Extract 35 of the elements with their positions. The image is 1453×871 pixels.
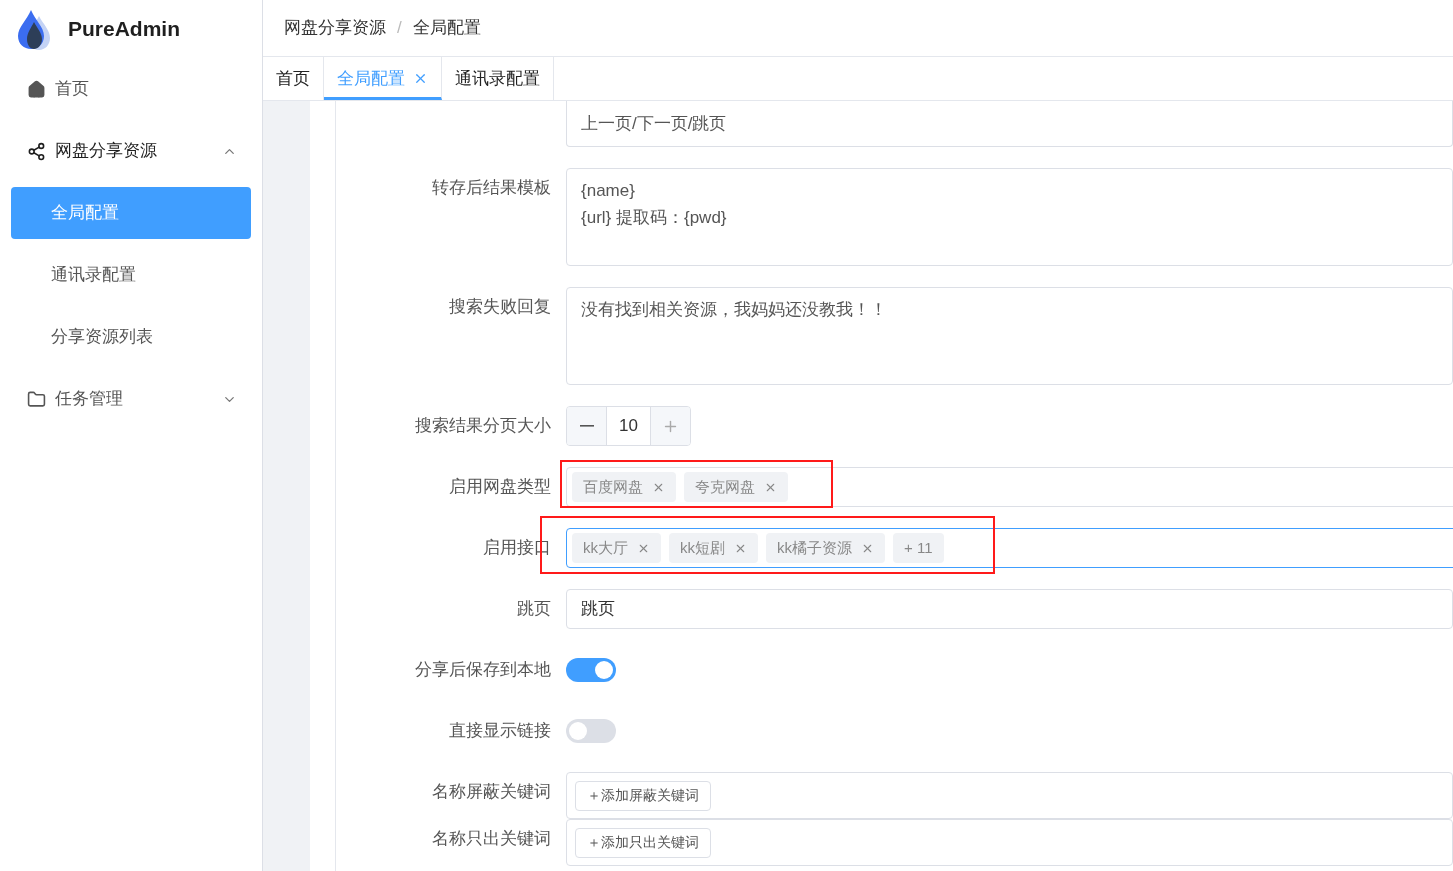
text-area[interactable]: 上一页/下一页/跳页 xyxy=(566,101,1453,147)
text-area[interactable]: 没有找到相关资源，我妈妈还没教我！！ xyxy=(566,287,1453,385)
text-area[interactable]: {name} {url} 提取码：{pwd} xyxy=(566,168,1453,266)
close-icon[interactable] xyxy=(413,71,428,86)
field-label: 搜索失败回复 xyxy=(449,297,551,316)
menu-item[interactable]: 首页 xyxy=(0,58,262,120)
menu-group[interactable]: 任务管理 xyxy=(0,368,262,430)
toggle-switch[interactable] xyxy=(566,658,616,682)
page-tab[interactable]: 通讯录配置 xyxy=(442,57,554,100)
input-field[interactable]: 跳页 xyxy=(566,589,1453,629)
brand-name: PureAdmin xyxy=(68,16,180,43)
field-label: 搜索结果分页大小 xyxy=(415,416,551,435)
menu-group[interactable]: 网盘分享资源 xyxy=(0,120,262,182)
minus-icon xyxy=(579,425,594,427)
breadcrumb-separator: / xyxy=(397,17,402,40)
field-label: 名称只出关键词 xyxy=(432,829,551,848)
field-label: 转存后结果模板 xyxy=(432,178,551,197)
page-tab[interactable]: 首页 xyxy=(263,57,324,100)
share-icon xyxy=(27,141,46,161)
add-keyword-button[interactable]: ＋添加屏蔽关键词 xyxy=(575,780,711,811)
submenu-item[interactable]: 分享资源列表 xyxy=(11,311,251,363)
field-label: 启用网盘类型 xyxy=(449,477,551,496)
field-label: 直接显示链接 xyxy=(449,721,551,740)
logo-icon xyxy=(17,8,51,50)
folder-icon xyxy=(27,389,46,409)
field-label: 分享后保存到本地 xyxy=(415,660,551,679)
breadcrumb-item: 全局配置 xyxy=(412,17,481,40)
field-label: 跳页 xyxy=(517,599,551,618)
add-keyword-button[interactable]: ＋添加只出关键词 xyxy=(575,827,711,858)
number-value: 10 xyxy=(618,415,639,438)
breadcrumb-item[interactable]: 网盘分享资源 xyxy=(284,15,386,41)
field-label: 名称屏蔽关键词 xyxy=(432,782,551,801)
home-icon xyxy=(27,79,46,99)
toggle-switch[interactable] xyxy=(566,719,616,743)
submenu-item[interactable]: 通讯录配置 xyxy=(11,249,251,301)
